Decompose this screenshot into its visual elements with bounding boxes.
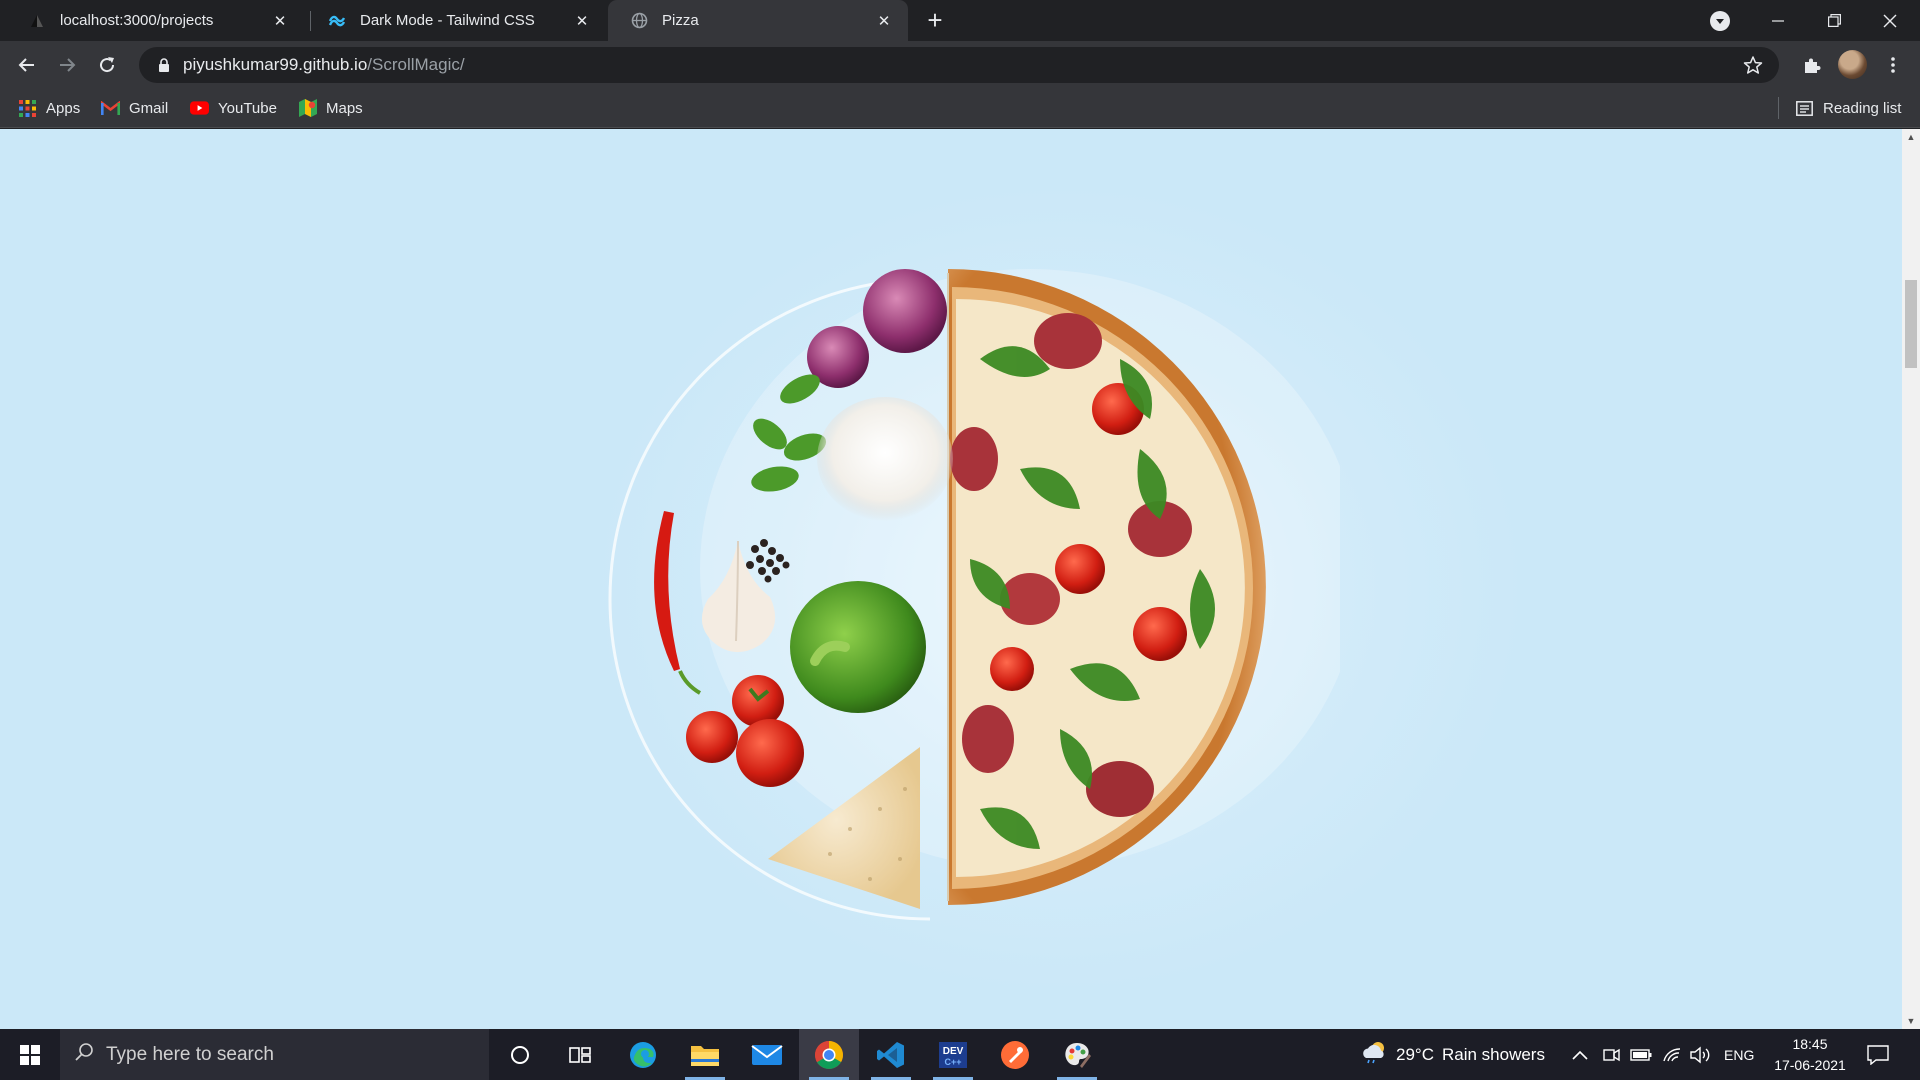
scrollbar-thumb[interactable] [1905, 280, 1917, 368]
devc-icon[interactable]: DEV C++ [923, 1029, 983, 1080]
vscode-icon[interactable] [861, 1029, 921, 1080]
bookmark-label: YouTube [218, 99, 277, 117]
tab-search-icon[interactable] [1710, 11, 1730, 31]
bookmark-label: Apps [46, 99, 81, 117]
url-path: /ScrollMagic/ [367, 55, 465, 74]
task-view-icon[interactable] [550, 1029, 610, 1080]
tab-label: Dark Mode - Tailwind CSS [360, 12, 535, 29]
paint-icon[interactable] [1047, 1029, 1107, 1080]
mail-icon[interactable] [737, 1029, 797, 1080]
url-host: piyushkumar99.github.io [183, 55, 368, 74]
bookmark-apps[interactable]: Apps [18, 96, 80, 120]
tab-localhost[interactable]: localhost:3000/projects ✕ [6, 0, 304, 41]
weather-temp: 29°C [1396, 1044, 1434, 1064]
reading-list-button[interactable]: Reading list [1795, 96, 1901, 120]
new-tab-button[interactable]: + [922, 7, 948, 34]
search-placeholder: Type here to search [106, 1043, 274, 1065]
close-icon[interactable]: ✕ [270, 11, 290, 31]
page-content [0, 129, 1902, 1029]
menu-kebab-icon[interactable] [1877, 49, 1909, 81]
bookmark-youtube[interactable]: YouTube [190, 96, 277, 120]
gmail-icon [101, 99, 120, 118]
postman-icon[interactable] [985, 1029, 1045, 1080]
minimize-button[interactable] [1750, 0, 1806, 41]
cortana-icon[interactable] [490, 1029, 550, 1080]
page-scrollbar[interactable]: ▲ ▼ [1902, 129, 1920, 1029]
language-indicator[interactable]: ENG [1724, 1029, 1754, 1080]
clock-date: 17-06-2021 [1774, 1057, 1846, 1073]
browser-toolbar: piyushkumar99.github.io/ScrollMagic/ [0, 41, 1920, 88]
forward-button[interactable] [51, 49, 83, 81]
bookmark-gmail[interactable]: Gmail [101, 96, 168, 120]
scroll-down-arrow-icon[interactable]: ▼ [1902, 1013, 1920, 1029]
back-button[interactable] [11, 49, 43, 81]
wifi-icon[interactable] [1662, 1029, 1682, 1080]
reload-button[interactable] [91, 49, 123, 81]
apps-grid-icon [18, 99, 37, 118]
weather-condition: Rain showers [1441, 1044, 1545, 1064]
lock-icon[interactable] [155, 56, 173, 74]
show-hidden-icons-chevron-icon[interactable] [1572, 1029, 1588, 1080]
reading-list-label: Reading list [1823, 99, 1902, 117]
tab-label: Pizza [662, 12, 699, 29]
maps-icon [298, 99, 317, 118]
bookmarks-bar: Apps Gmail YouTube Maps Reading list [0, 88, 1920, 128]
profile-avatar[interactable] [1838, 50, 1867, 79]
tab-label: localhost:3000/projects [60, 12, 214, 29]
meet-now-icon[interactable] [1602, 1029, 1620, 1080]
chrome-icon[interactable] [799, 1029, 859, 1080]
windows-start-button[interactable] [0, 1029, 60, 1080]
bookmark-star-icon[interactable] [1743, 55, 1763, 80]
svg-text:DEV: DEV [943, 1046, 964, 1057]
edge-icon[interactable] [613, 1029, 673, 1080]
bookmark-label: Gmail [129, 99, 169, 117]
reading-list-icon [1795, 99, 1814, 118]
windows-taskbar: Type here to search DEV C++ 29°C Rain sho… [0, 1029, 1920, 1080]
search-icon [74, 1042, 94, 1067]
divider [1778, 97, 1779, 119]
close-icon[interactable]: ✕ [572, 11, 592, 31]
bookmark-label: Maps [326, 99, 363, 117]
taskbar-clock[interactable]: 18:45 17-06-2021 [1760, 1034, 1860, 1076]
globe-icon [630, 12, 648, 30]
scroll-up-arrow-icon[interactable]: ▲ [1902, 129, 1920, 145]
battery-icon[interactable] [1630, 1029, 1652, 1080]
tab-tailwind[interactable]: Dark Mode - Tailwind CSS ✕ [306, 0, 606, 41]
tab-pizza[interactable]: Pizza ✕ [608, 0, 908, 41]
youtube-icon [190, 99, 209, 118]
rain-cloud-icon [1360, 1040, 1388, 1069]
bookmark-maps[interactable]: Maps [298, 96, 363, 120]
close-icon[interactable]: ✕ [874, 11, 894, 31]
action-center-icon[interactable] [1867, 1029, 1889, 1080]
taskbar-search-box[interactable]: Type here to search [60, 1029, 489, 1080]
triangle-icon [28, 12, 46, 30]
extensions-puzzle-icon[interactable] [1795, 49, 1827, 81]
weather-widget[interactable]: 29°C Rain showers [1360, 1029, 1545, 1080]
tailwind-icon [328, 12, 346, 30]
clock-time: 18:45 [1792, 1036, 1828, 1052]
address-bar[interactable]: piyushkumar99.github.io/ScrollMagic/ [139, 47, 1779, 83]
volume-icon[interactable] [1690, 1029, 1712, 1080]
restore-button[interactable] [1806, 0, 1862, 41]
tab-strip: localhost:3000/projects ✕ Dark Mode - Ta… [0, 0, 1920, 41]
file-explorer-icon[interactable] [675, 1029, 735, 1080]
url-text[interactable]: piyushkumar99.github.io/ScrollMagic/ [183, 55, 465, 75]
pizza-half-with-ingredients-image [608, 269, 1340, 921]
svg-text:C++: C++ [944, 1057, 961, 1067]
close-window-button[interactable] [1862, 0, 1918, 41]
